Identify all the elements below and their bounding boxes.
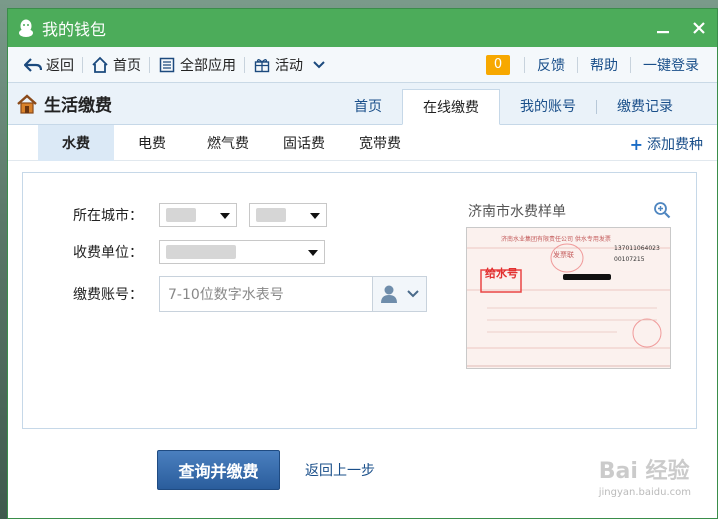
close-button[interactable] xyxy=(681,9,717,47)
unit-label: 收费单位： xyxy=(73,245,143,261)
page-title: 生活缴费 xyxy=(16,91,112,116)
activity-label: 活动 xyxy=(275,57,303,74)
home-label: 首页 xyxy=(113,57,141,74)
payment-form-panel: 所在城市： 收费单位： 缴费账号： 7-10位数字水表号 济南市水费样单 济南水… xyxy=(22,172,697,429)
close-icon xyxy=(693,22,705,34)
tab-payment-records[interactable]: 缴费记录 xyxy=(597,88,693,124)
back-label: 返回 xyxy=(46,57,74,74)
divider xyxy=(82,56,83,73)
help-link[interactable]: 帮助 xyxy=(580,55,628,75)
all-apps-button[interactable]: 全部应用 xyxy=(152,55,242,75)
watermark-sub: jingyan.baidu.com xyxy=(598,487,691,498)
province-value-blurred xyxy=(166,208,196,222)
account-input[interactable]: 7-10位数字水表号 xyxy=(159,276,427,312)
account-label: 缴费账号： xyxy=(73,287,143,303)
chevron-down-icon xyxy=(406,290,419,298)
sample-bill-title: 济南市水费样单 xyxy=(468,204,566,220)
city-value-blurred xyxy=(256,208,286,222)
billing-unit-select[interactable] xyxy=(159,240,325,264)
zoom-in-icon[interactable] xyxy=(653,201,671,219)
notification-badge[interactable]: 0 xyxy=(486,54,510,75)
gift-icon xyxy=(253,56,271,74)
minimize-icon xyxy=(657,31,669,34)
tab-my-account[interactable]: 我的账号 xyxy=(500,88,596,124)
qq-penguin-icon xyxy=(19,19,33,37)
window-title: 我的钱包 xyxy=(42,20,107,39)
plus-icon: + xyxy=(629,134,643,154)
chevron-down-icon xyxy=(310,213,320,219)
subtab-electricity[interactable]: 电费 xyxy=(114,125,190,161)
title-bar: 我的钱包 xyxy=(8,9,717,47)
bill-number: 00107215 xyxy=(614,256,645,263)
divider xyxy=(244,56,245,73)
unit-row: 收费单位： xyxy=(73,240,325,264)
subtab-gas[interactable]: 燃气费 xyxy=(190,125,266,161)
query-and-pay-button[interactable]: 查询并缴费 xyxy=(157,450,280,490)
list-icon xyxy=(158,56,176,74)
page-title-label: 生活缴费 xyxy=(44,96,112,116)
city-select[interactable] xyxy=(249,203,327,227)
add-fee-type-button[interactable]: + 添加费种 xyxy=(630,134,703,154)
divider xyxy=(149,56,150,73)
baidu-jingyan-watermark: Bai 经验 jingyan.baidu.com xyxy=(599,453,691,498)
bill-water-no-label: 给水号 xyxy=(485,267,518,280)
home-button[interactable]: 首页 xyxy=(85,55,147,75)
account-placeholder: 7-10位数字水表号 xyxy=(168,287,284,303)
city-row: 所在城市： xyxy=(73,203,327,227)
house-icon xyxy=(17,93,37,114)
chevron-down-icon xyxy=(313,60,325,69)
divider xyxy=(630,56,631,73)
bill-header: 济南水业集团有限责任公司 供水专用发票 xyxy=(501,236,611,243)
user-icon xyxy=(380,285,397,303)
subtab-landline[interactable]: 固话费 xyxy=(266,125,342,161)
subtab-broadband[interactable]: 宽带费 xyxy=(342,125,418,161)
bill-sub: 发票联 xyxy=(553,251,574,259)
feedback-link[interactable]: 反馈 xyxy=(527,55,575,75)
bill-code: 137011064023 xyxy=(614,245,660,252)
chevron-down-icon xyxy=(308,250,318,256)
home-icon xyxy=(91,56,109,74)
add-fee-type-label: 添加费种 xyxy=(647,137,703,153)
divider xyxy=(577,56,578,73)
watermark-main: Bai 经验 xyxy=(598,459,690,484)
activity-button[interactable]: 活动 xyxy=(247,55,331,75)
chevron-down-icon xyxy=(220,213,230,219)
back-button[interactable]: 返回 xyxy=(18,55,80,75)
back-previous-step-link[interactable]: 返回上一步 xyxy=(305,460,375,480)
section-tabs: 首页 在线缴费 我的账号 缴费记录 xyxy=(334,83,717,125)
tab-online-payment[interactable]: 在线缴费 xyxy=(402,89,500,125)
section-header: 生活缴费 首页 在线缴费 我的账号 缴费记录 xyxy=(8,83,717,125)
toolbar: 返回 首页 全部应用 活动 0 反馈 帮助 一键登录 xyxy=(8,47,717,83)
fee-type-tabs: 水费 电费 燃气费 固话费 宽带费 + 添加费种 xyxy=(8,124,717,161)
divider xyxy=(524,56,525,73)
all-apps-label: 全部应用 xyxy=(180,57,236,74)
sample-bill-image: 济南水业集团有限责任公司 供水专用发票 发票联 137011064023 001… xyxy=(466,227,671,369)
wallet-window: 我的钱包 返回 首页 全部应用 活动 0 反馈 帮助 一键登录 生活缴费 首页 … xyxy=(7,8,718,519)
one-click-login-link[interactable]: 一键登录 xyxy=(633,55,709,75)
account-row: 缴费账号： 7-10位数字水表号 xyxy=(73,276,427,312)
back-arrow-icon xyxy=(24,56,42,74)
unit-value-blurred xyxy=(166,245,236,259)
contact-picker-button[interactable] xyxy=(372,277,426,311)
province-select[interactable] xyxy=(159,203,237,227)
subtab-water[interactable]: 水费 xyxy=(38,124,114,161)
minimize-button[interactable] xyxy=(645,9,681,47)
tab-home[interactable]: 首页 xyxy=(334,88,402,124)
city-label: 所在城市： xyxy=(73,208,143,224)
